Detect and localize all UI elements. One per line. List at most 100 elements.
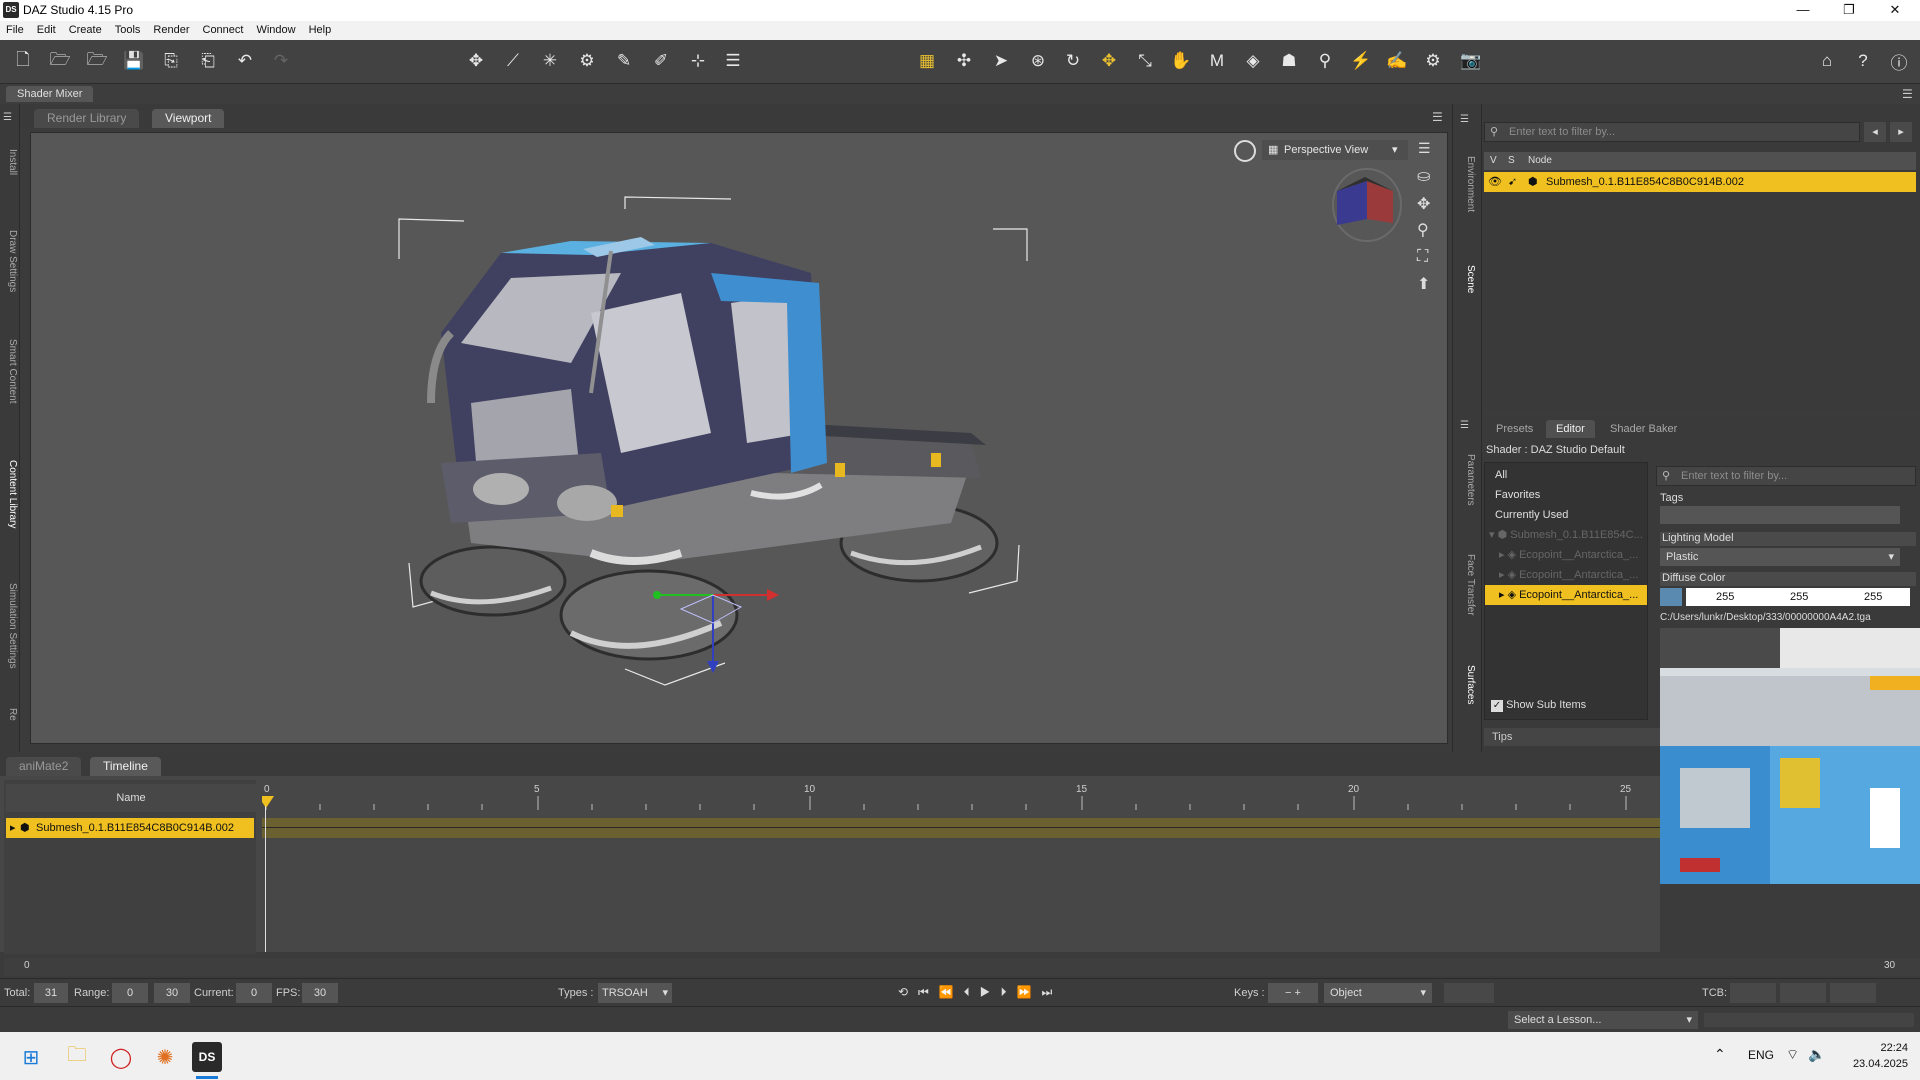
minimize-button[interactable]: — [1780,0,1826,21]
reset-camera-icon[interactable]: ⬆ [1417,274,1430,294]
figure-icon[interactable]: ☗ [1276,48,1302,74]
pane-menu-icon[interactable]: ☰ [1902,87,1913,101]
key-buttons[interactable]: − + [1268,983,1318,1003]
tree-item[interactable]: ▸ ◈ Ecopoint__Antarctica_... [1485,545,1647,565]
tab-smart-content[interactable]: Smart Content [2,326,18,416]
view-cube[interactable] [1332,168,1402,242]
spot-render-icon[interactable]: ✳ [537,48,563,74]
key-nav-buttons[interactable] [1444,983,1494,1003]
right-pane-menu-icon[interactable]: ☰ [1460,114,1469,125]
tab-install[interactable]: Install [2,132,18,192]
clock-time[interactable]: 22:24 [1860,1042,1908,1054]
perspective-view-select[interactable]: ▦ Perspective View ▾ [1262,140,1408,160]
col-visible[interactable]: V [1490,152,1497,170]
col-selectable[interactable]: S [1508,152,1515,170]
texture-thumb-icon[interactable] [1660,588,1682,606]
universal-tool-icon[interactable]: ✣ [951,48,977,74]
home-icon[interactable]: ⌂ [1814,48,1840,74]
scene-node-row[interactable]: 👁 ➹ ⬢ Submesh_0.1.B11E854C8B0C914B.002 [1484,172,1916,192]
viewport-pane-menu-icon[interactable]: ☰ [1432,110,1443,124]
redo-icon[interactable]: ↷ [268,48,294,74]
chevron-up-icon[interactable]: ⌃ [1714,1046,1726,1063]
speaker-icon[interactable]: 🔈 [1808,1046,1825,1063]
lesson-steps[interactable] [1704,1013,1914,1027]
zoom-camera-icon[interactable]: ⚲ [1417,220,1429,240]
light-tool-icon[interactable]: ⚡ [1348,48,1374,74]
grid-select-icon[interactable]: ▦ [914,48,940,74]
orbit-icon[interactable]: ⊛ [1025,48,1051,74]
arrow-right-icon[interactable]: ▸ [1890,122,1912,142]
align-icon[interactable]: ☰ [720,48,746,74]
scale-tool-icon[interactable]: ⤡ [1132,48,1158,74]
open-file-icon[interactable]: 🗁 [47,48,73,74]
tab-viewport[interactable]: Viewport [152,109,225,128]
timeline-ruler[interactable]: 0 5 10 15 20 25 [258,780,1660,810]
range-to-field[interactable]: 30 [154,983,190,1003]
region-nav-icon[interactable]: ⊹ [685,48,711,74]
aux-viewport-icon[interactable] [1234,140,1256,162]
translate-tool-icon[interactable]: ✥ [1096,48,1122,74]
menu-file[interactable]: File [0,21,31,36]
tab-render[interactable]: Re [2,704,18,724]
new-file-icon[interactable]: 🗋 [10,48,36,74]
tab-scene[interactable]: Scene [1460,254,1476,304]
expand-arrow-icon[interactable]: ▸ [10,818,16,838]
surface-icon[interactable]: ◈ [1240,48,1266,74]
close-button[interactable]: ✕ [1872,0,1918,21]
rotate-tool-icon[interactable]: ↻ [1060,48,1086,74]
left-pane-menu-icon[interactable]: ☰ [3,112,12,123]
tree-item-selected[interactable]: ▸ ◈ Ecopoint__Antarctica_... [1485,585,1647,605]
tab-render-library[interactable]: Render Library [34,109,140,128]
surface-filter-input[interactable]: ⚲ Enter text to filter by... [1656,466,1916,486]
opera-icon[interactable]: ◯ [104,1040,138,1074]
lighting-model-select[interactable]: Plastic ▾ [1660,548,1900,566]
shader-mixer-tab[interactable]: Shader Mixer [6,86,94,102]
export-icon[interactable]: ⎗ [195,48,221,74]
frame-icon[interactable]: ⛶ [1417,248,1428,266]
menu-window[interactable]: Window [250,21,302,36]
open-recent-icon[interactable]: 🗁 [84,48,110,74]
edit-icon[interactable]: ✍ [1384,48,1410,74]
camera-tool-icon[interactable]: ⚲ [1312,48,1338,74]
scene-filter-input[interactable]: ⚲ Enter text to filter by... [1484,122,1860,142]
tcb-b-field[interactable] [1830,983,1876,1003]
tree-item[interactable]: ▾ ⬢ Submesh_0.1.B11E854C... [1485,525,1647,545]
col-node[interactable]: Node [1528,152,1552,170]
select-arrow-icon[interactable]: ➹ [1508,172,1517,192]
help-icon[interactable]: ⓘ [1886,48,1912,74]
posing-icon[interactable]: ✋ [1168,48,1194,74]
save-icon[interactable]: 💾 [121,48,147,74]
geometry-editor-icon[interactable]: ⚙ [574,48,600,74]
render-settings-icon[interactable]: ⚙ [1420,48,1446,74]
tab-draw-settings[interactable]: Draw Settings [2,216,18,306]
tab-parameters[interactable]: Parameters [1460,440,1476,520]
tcb-c-field[interactable] [1780,983,1826,1003]
import-icon[interactable]: ⎘ [158,48,184,74]
tcb-t-field[interactable] [1730,983,1776,1003]
range-bar[interactable]: 0 30 [4,958,1920,976]
3d-viewport[interactable] [30,132,1448,744]
arrow-left-icon[interactable]: ◂ [1864,122,1886,142]
menu-tools[interactable]: Tools [109,21,148,36]
diffuse-color-field[interactable]: 255 255 255 [1686,588,1910,606]
lesson-select[interactable]: Select a Lesson... ▾ [1508,1011,1698,1029]
language-indicator[interactable]: ENG [1748,1048,1774,1062]
show-sub-items-checkbox[interactable]: ✓ Show Sub Items [1491,699,1586,712]
range-from-field[interactable]: 0 [112,983,148,1003]
active-pose-tool-icon[interactable]: ✥ [463,48,489,74]
menu-render[interactable]: Render [147,21,196,36]
node-selection-icon[interactable]: ➤ [988,48,1014,74]
menu-create[interactable]: Create [63,21,109,36]
render-icon[interactable]: 📷 [1458,48,1484,74]
tree-item[interactable]: ▸ ◈ Ecopoint__Antarctica_... [1485,565,1647,585]
tab-editor[interactable]: Editor [1546,420,1595,438]
category-currently-used[interactable]: Currently Used [1485,505,1647,525]
maximize-button[interactable]: ❐ [1826,0,1872,21]
tab-animate2[interactable]: aniMate2 [6,757,82,776]
wifi-icon[interactable]: ⌔ [1786,1046,1799,1064]
tab-simulation-settings[interactable]: Simulation Settings [2,566,18,686]
blender-icon[interactable]: ✺ [148,1040,182,1074]
tab-content-library[interactable]: Content Library [2,444,18,544]
viewport-options-icon[interactable]: ☰ [1418,140,1431,157]
timeline-track[interactable] [262,818,1660,838]
